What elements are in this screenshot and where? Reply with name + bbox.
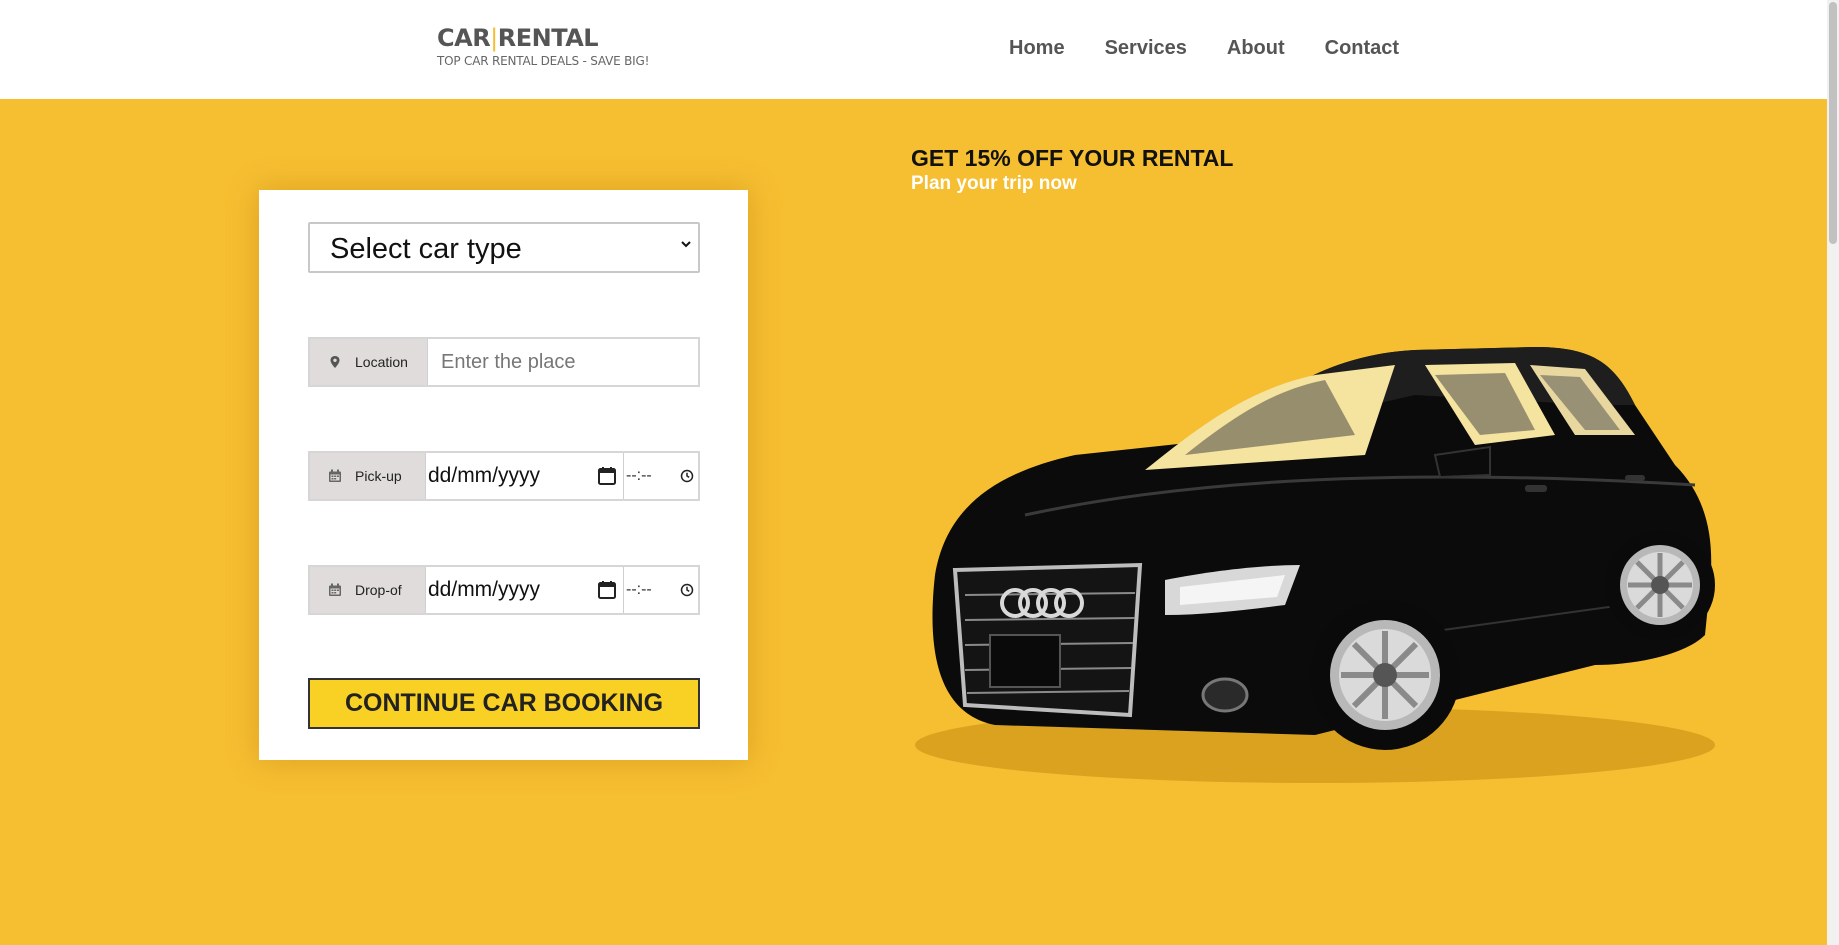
nav-about[interactable]: About <box>1227 36 1285 60</box>
booking-card: Select car type Location Enter the place… <box>259 190 748 760</box>
dropoff-label: Drop-of <box>355 582 402 598</box>
site-header: CAR|RENTAL TOP CAR RENTAL DEALS - SAVE B… <box>0 0 1827 99</box>
dropoff-date-input[interactable]: dd/mm/yyyy <box>426 567 624 613</box>
pickup-date-value: dd/mm/yyyy <box>428 464 541 487</box>
location-placeholder: Enter the place <box>441 350 576 373</box>
map-marker-icon <box>328 355 342 369</box>
location-row: Location Enter the place <box>308 337 700 387</box>
main-nav: Home Services About Contact <box>1009 36 1439 60</box>
calendar-icon <box>328 583 342 597</box>
dropoff-date-value: dd/mm/yyyy <box>428 578 541 601</box>
pickup-time-input[interactable]: --:-- <box>624 453 698 499</box>
nav-services[interactable]: Services <box>1105 36 1187 60</box>
pickup-row: Pick-up dd/mm/yyyy --:-- <box>308 451 700 501</box>
location-input[interactable]: Enter the place <box>428 339 698 385</box>
pickup-label: Pick-up <box>355 468 402 484</box>
pickup-time-value: --:-- <box>626 467 652 484</box>
car-image <box>915 335 1715 800</box>
logo-tagline: TOP CAR RENTAL DEALS - SAVE BIG! <box>437 54 650 68</box>
location-addon: Location <box>310 339 428 385</box>
pickup-date-input[interactable]: dd/mm/yyyy <box>426 453 624 499</box>
logo-rental-text: RENTAL <box>497 24 599 52</box>
calendar-picker-icon[interactable] <box>597 580 617 606</box>
promo-subtitle: Plan your trip now <box>911 173 1077 194</box>
car-type-selected-value: Select car type <box>330 233 522 265</box>
dropoff-row: Drop-of dd/mm/yyyy --:-- <box>308 565 700 615</box>
continue-booking-button[interactable]: CONTINUE CAR BOOKING <box>308 678 700 729</box>
page-scrollbar[interactable] <box>1827 0 1839 945</box>
car-type-select[interactable]: Select car type <box>308 222 700 273</box>
clock-icon[interactable] <box>680 469 694 488</box>
logo-separator: | <box>490 24 498 52</box>
nav-contact[interactable]: Contact <box>1325 36 1399 60</box>
calendar-picker-icon[interactable] <box>597 466 617 492</box>
dropoff-time-value: --:-- <box>626 581 652 598</box>
clock-icon[interactable] <box>680 583 694 602</box>
promo-title: GET 15% OFF YOUR RENTAL <box>911 145 1234 171</box>
calendar-icon <box>328 469 342 483</box>
location-label: Location <box>355 354 408 370</box>
dropoff-addon: Drop-of <box>310 567 426 613</box>
nav-home[interactable]: Home <box>1009 36 1065 60</box>
scrollbar-thumb[interactable] <box>1829 2 1837 244</box>
pickup-addon: Pick-up <box>310 453 426 499</box>
logo-car-text: CAR <box>437 24 491 52</box>
dropoff-time-input[interactable]: --:-- <box>624 567 698 613</box>
chevron-down-icon <box>680 234 692 255</box>
logo[interactable]: CAR|RENTAL TOP CAR RENTAL DEALS - SAVE B… <box>437 24 649 68</box>
